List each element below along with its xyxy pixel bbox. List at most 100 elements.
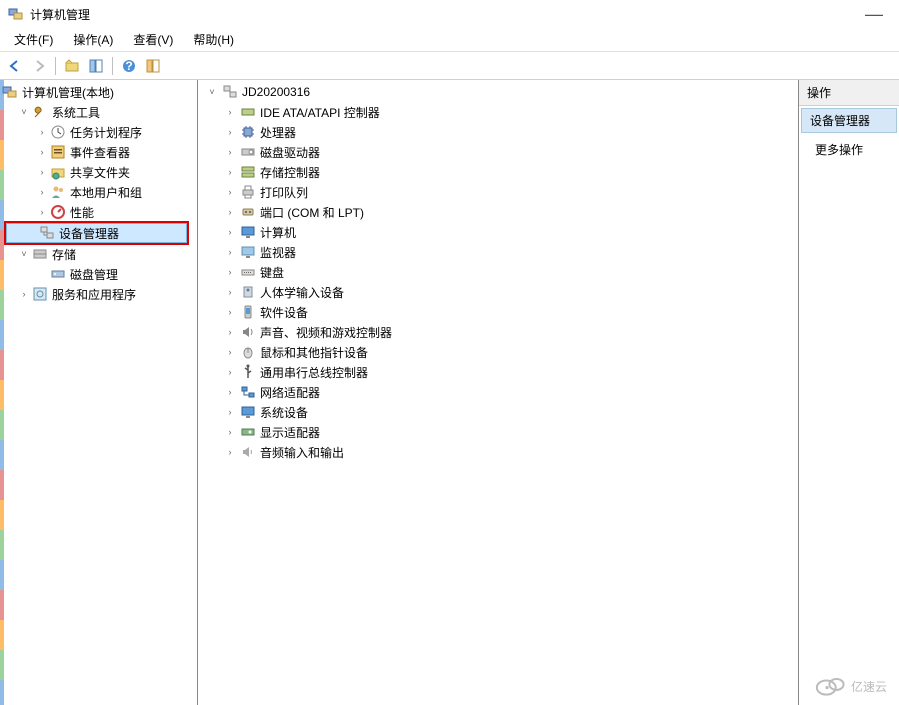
spacer-icon [36, 268, 48, 280]
device-label: 系统设备 [260, 404, 308, 421]
computer-mgmt-icon [2, 84, 18, 100]
device-label: 显示适配器 [260, 424, 320, 441]
menu-file[interactable]: 文件(F) [4, 29, 63, 50]
device-label: 端口 (COM 和 LPT) [260, 204, 364, 221]
device-manager-icon [39, 225, 55, 241]
device-label: 存储控制器 [260, 164, 320, 181]
expand-icon[interactable]: › [18, 288, 30, 300]
expand-icon[interactable]: › [224, 246, 236, 258]
device-software[interactable]: › 软件设备 [198, 302, 798, 322]
expand-icon[interactable]: › [224, 146, 236, 158]
expand-icon[interactable]: › [224, 366, 236, 378]
device-keyboard[interactable]: › 键盘 [198, 262, 798, 282]
collapse-icon[interactable]: ˅ [18, 106, 30, 118]
collapse-icon[interactable]: ˅ [18, 248, 30, 260]
device-label: 磁盘驱动器 [260, 144, 320, 161]
actions-section: 设备管理器 [801, 108, 897, 133]
expand-icon[interactable]: › [224, 386, 236, 398]
menu-help[interactable]: 帮助(H) [183, 29, 244, 50]
tree-task-scheduler[interactable]: › 任务计划程序 [0, 122, 197, 142]
device-usb[interactable]: › 通用串行总线控制器 [198, 362, 798, 382]
device-system[interactable]: › 系统设备 [198, 402, 798, 422]
tree-services-apps[interactable]: › 服务和应用程序 [0, 284, 197, 304]
port-icon [240, 204, 256, 220]
device-cpu[interactable]: › 处理器 [198, 122, 798, 142]
keyboard-icon [240, 264, 256, 280]
expand-icon[interactable]: › [224, 446, 236, 458]
forward-button[interactable] [28, 55, 50, 77]
expand-icon[interactable]: › [224, 106, 236, 118]
expand-icon[interactable]: › [224, 266, 236, 278]
device-label: 键盘 [260, 264, 284, 281]
toolbar: ? [0, 52, 899, 80]
device-hid[interactable]: › 人体学输入设备 [198, 282, 798, 302]
minimize-button[interactable]: — [857, 4, 891, 25]
expand-icon[interactable]: › [224, 206, 236, 218]
tree-shared-folders[interactable]: › 共享文件夹 [0, 162, 197, 182]
device-audio-video[interactable]: › 声音、视频和游戏控制器 [198, 322, 798, 342]
expand-icon[interactable]: › [224, 126, 236, 138]
device-mouse[interactable]: › 鼠标和其他指针设备 [198, 342, 798, 362]
tree-label: 计算机管理(本地) [22, 84, 114, 101]
device-computer[interactable]: › 计算机 [198, 222, 798, 242]
tree-system-tools[interactable]: ˅ 系统工具 [0, 102, 197, 122]
tree-label: 设备管理器 [59, 225, 119, 242]
help-button[interactable]: ? [118, 55, 140, 77]
watermark: 亿速云 [815, 675, 887, 697]
device-network[interactable]: › 网络适配器 [198, 382, 798, 402]
expand-icon[interactable]: › [36, 206, 48, 218]
tree-storage[interactable]: ˅ 存储 [0, 244, 197, 264]
expand-icon[interactable]: › [224, 306, 236, 318]
tree-root[interactable]: 计算机管理(本地) [0, 82, 197, 102]
device-storage-ctrl[interactable]: › 存储控制器 [198, 162, 798, 182]
mouse-icon [240, 344, 256, 360]
expand-icon[interactable]: › [36, 166, 48, 178]
cpu-icon [240, 124, 256, 140]
tree-local-users[interactable]: › 本地用户和组 [0, 182, 197, 202]
tree-performance[interactable]: › 性能 [0, 202, 197, 222]
watermark-text: 亿速云 [851, 678, 887, 695]
device-label: 音频输入和输出 [260, 444, 344, 461]
up-button[interactable] [61, 55, 83, 77]
app-icon [8, 6, 24, 22]
device-display[interactable]: › 显示适配器 [198, 422, 798, 442]
expand-icon[interactable]: › [224, 426, 236, 438]
device-root[interactable]: ˅ JD20200316 [198, 82, 798, 102]
menu-action[interactable]: 操作(A) [63, 29, 123, 50]
device-label: 打印队列 [260, 184, 308, 201]
computer-icon [222, 84, 238, 100]
collapse-icon[interactable]: ˅ [206, 86, 218, 98]
expand-icon[interactable]: › [224, 186, 236, 198]
event-icon [50, 144, 66, 160]
device-ports[interactable]: › 端口 (COM 和 LPT) [198, 202, 798, 222]
device-ide[interactable]: › IDE ATA/ATAPI 控制器 [198, 102, 798, 122]
expand-icon[interactable]: › [36, 126, 48, 138]
device-label: 处理器 [260, 124, 296, 141]
device-monitor[interactable]: › 监视器 [198, 242, 798, 262]
more-actions[interactable]: 更多操作 [799, 135, 899, 164]
device-tree-pane[interactable]: ˅ JD20200316 › IDE ATA/ATAPI 控制器 › 处理器 ›… [198, 80, 799, 705]
tree-device-manager[interactable]: 设备管理器 [6, 223, 187, 243]
tree-disk-mgmt[interactable]: 磁盘管理 [0, 264, 197, 284]
expand-icon[interactable]: › [36, 146, 48, 158]
tree-event-viewer[interactable]: › 事件查看器 [0, 142, 197, 162]
left-tree-pane[interactable]: 计算机管理(本地) ˅ 系统工具 › 任务计划程序 › 事件查看器 › 共享文件… [0, 80, 198, 705]
storage-icon [32, 246, 48, 262]
expand-icon[interactable]: › [224, 406, 236, 418]
show-hide-button[interactable] [85, 55, 107, 77]
expand-icon[interactable]: › [36, 186, 48, 198]
device-audio-io[interactable]: › 音频输入和输出 [198, 442, 798, 462]
menu-view[interactable]: 查看(V) [123, 29, 183, 50]
expand-icon[interactable]: › [224, 326, 236, 338]
back-button[interactable] [4, 55, 26, 77]
device-disk-drive[interactable]: › 磁盘驱动器 [198, 142, 798, 162]
expand-icon[interactable]: › [224, 346, 236, 358]
expand-icon[interactable]: › [224, 286, 236, 298]
expand-icon[interactable]: › [224, 166, 236, 178]
tree-label: 性能 [70, 204, 94, 221]
device-print-queue[interactable]: › 打印队列 [198, 182, 798, 202]
network-icon [240, 384, 256, 400]
expand-icon[interactable]: › [224, 226, 236, 238]
properties-button[interactable] [142, 55, 164, 77]
disk-drive-icon [240, 144, 256, 160]
